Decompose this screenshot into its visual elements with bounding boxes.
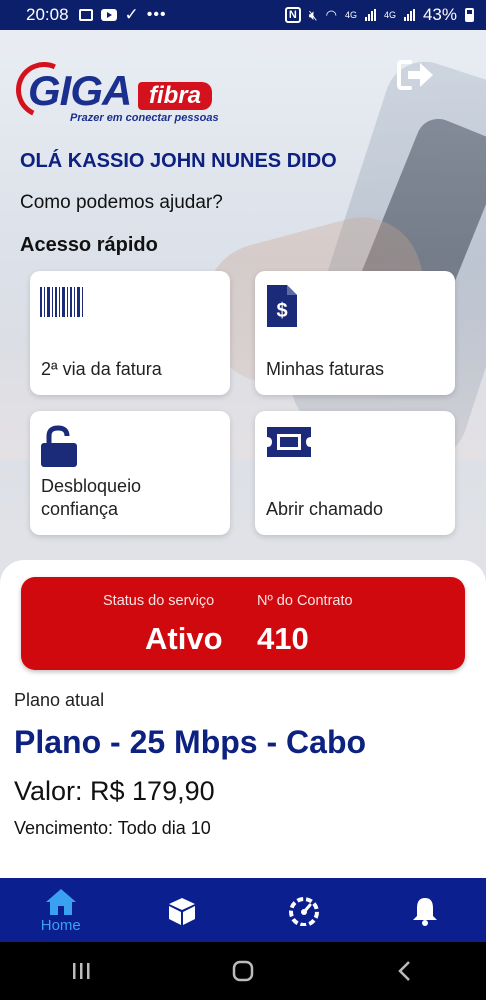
card-label: Desbloqueio confiança <box>41 476 142 519</box>
battery-level: 43% <box>422 5 457 24</box>
card-label: Abrir chamado <box>266 499 384 519</box>
nav-home-label: Home <box>40 917 81 934</box>
service-status-panel: Status do serviço Nº do Contrato Ativo 4… <box>21 577 465 670</box>
service-status-value: Ativo <box>145 621 223 656</box>
home-circle-icon <box>232 960 254 982</box>
plan-due-date: Vencimento: Todo dia 10 <box>14 818 211 838</box>
bottom-navigation: Home <box>0 878 486 942</box>
recent-apps-icon <box>73 963 90 979</box>
card-label: Minhas faturas <box>266 359 385 379</box>
service-status-label: Status do serviço <box>103 593 215 609</box>
ticket-icon <box>265 425 313 464</box>
nav-home[interactable]: Home <box>0 878 122 942</box>
nav-notifications[interactable] <box>365 878 486 942</box>
nav-products[interactable] <box>122 878 244 942</box>
home-icon <box>45 889 76 915</box>
barcode-icon <box>40 285 84 324</box>
home-system-button[interactable] <box>223 951 263 991</box>
mute-icon: 🔇︎ <box>308 6 318 23</box>
card-label: 2ª via da fatura <box>41 359 162 379</box>
plan-name: Plano - 25 Mbps - Cabo <box>14 724 367 760</box>
battery-icon <box>465 8 474 22</box>
download-done-icon: ✓ <box>124 5 139 24</box>
nfc-icon: N <box>284 7 301 23</box>
status-time: 20:08 <box>26 5 69 24</box>
more-dots-icon: ••• <box>146 6 167 23</box>
invoice-dollar-icon: $ <box>265 285 299 332</box>
svg-text:$: $ <box>276 300 287 322</box>
logo-tagline: Prazer em conectar pessoas <box>70 112 219 124</box>
nav-speed-test[interactable] <box>243 878 365 942</box>
plan-price: Valor: R$ 179,90 <box>14 776 215 806</box>
unlock-icon <box>40 425 78 472</box>
current-plan-label: Plano atual <box>14 690 105 710</box>
youtube-icon <box>100 9 117 21</box>
help-subtitle: Como podemos ajudar? <box>20 192 223 213</box>
network-type-2: 4G <box>383 10 396 20</box>
contract-number-label: Nº do Contrato <box>257 593 353 609</box>
network-type: 4G <box>344 10 357 20</box>
notification-icons: ✓ ••• <box>78 5 167 25</box>
signal-icon-2 <box>403 9 415 21</box>
system-icons: N 🔇︎ ◠ 4G 4G 43% <box>284 5 474 25</box>
recent-apps-button[interactable] <box>61 951 101 991</box>
box-icon <box>169 898 196 925</box>
contract-number-value: 410 <box>257 621 309 656</box>
card-open-ticket[interactable]: Abrir chamado <box>255 411 455 535</box>
card-trust-unlock[interactable]: Desbloqueio confiança <box>30 411 230 535</box>
card-my-invoices[interactable]: $ Minhas faturas <box>255 271 455 395</box>
back-button[interactable] <box>385 951 425 991</box>
card-second-copy-invoice[interactable]: 2ª via da fatura <box>30 271 230 395</box>
user-greeting: OLÁ KASSIO JOHN NUNES DIDO <box>20 150 337 172</box>
bell-icon <box>413 898 438 926</box>
system-navigation-bar <box>0 942 486 1000</box>
quick-access-title: Acesso rápido <box>20 234 158 256</box>
logout-icon[interactable] <box>396 58 436 92</box>
wifi-icon: ◠ <box>325 7 337 22</box>
status-bar: 20:08 ✓ ••• N 🔇︎ ◠ 4G 4G 43% <box>0 0 486 30</box>
speedometer-icon <box>288 897 319 926</box>
gallery-icon <box>78 9 93 21</box>
gigafibra-logo: GIGA fibra Prazer em conectar pessoas <box>8 54 219 130</box>
back-chevron-icon <box>398 961 410 981</box>
signal-icon <box>364 9 376 21</box>
